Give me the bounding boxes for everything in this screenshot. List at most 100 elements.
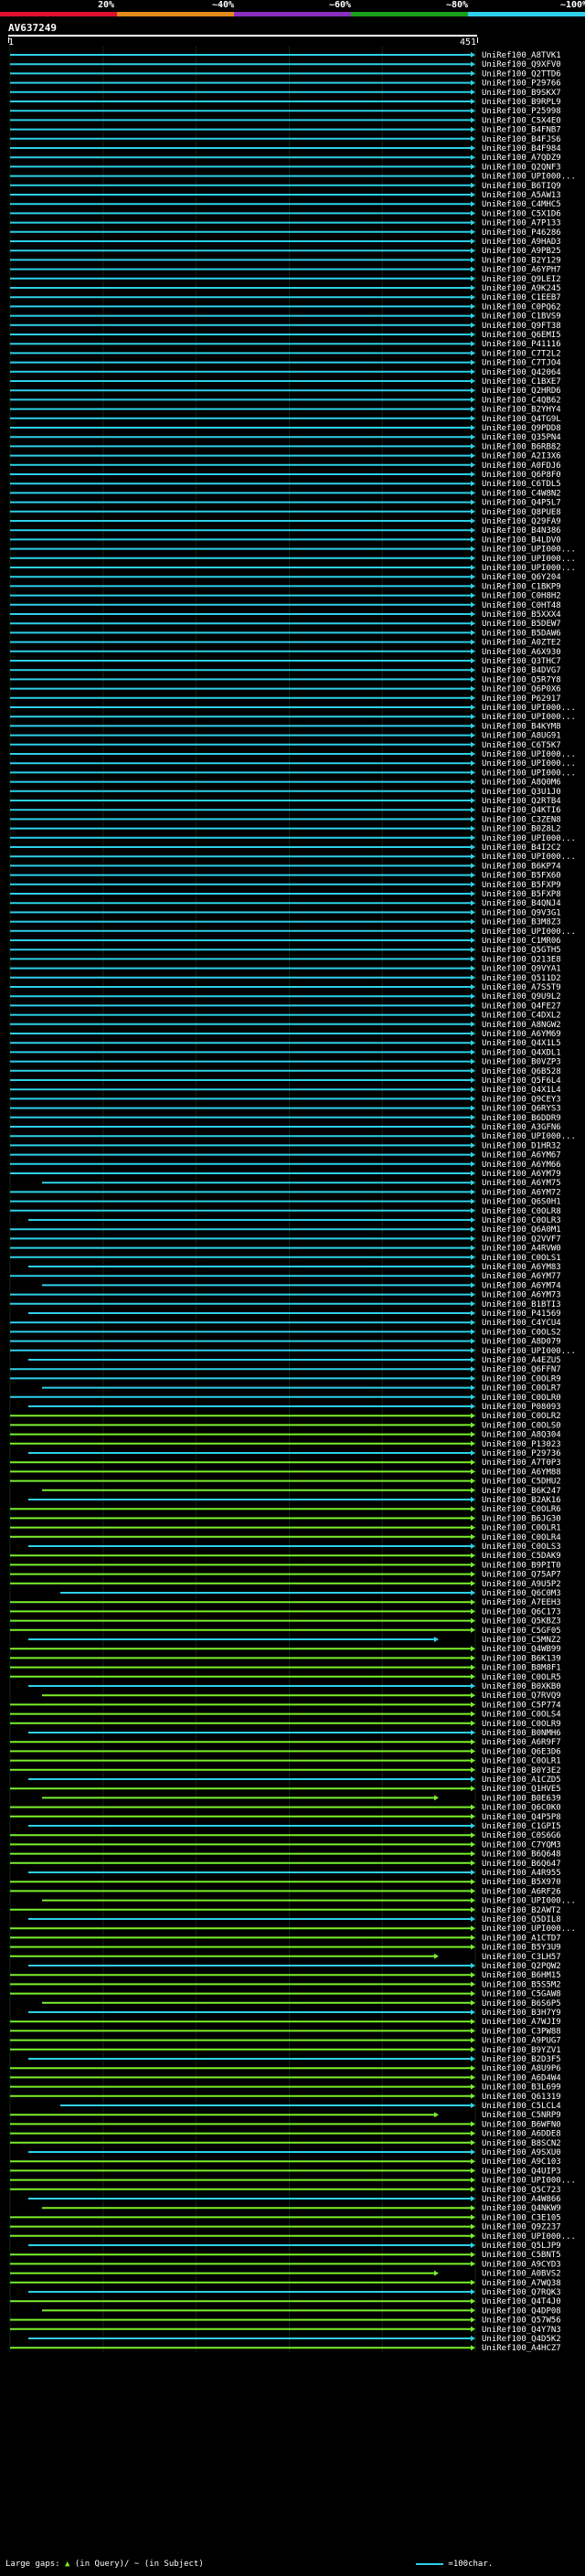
hit-label[interactable]: UniRef100_C0OLR8 (482, 1207, 561, 1216)
hit-label[interactable]: UniRef100_B0VZP3 (482, 1058, 561, 1067)
hit-label[interactable]: UniRef100_A8TVK1 (482, 51, 561, 60)
hit-label[interactable]: UniRef100_A7WQ38 (482, 2279, 561, 2288)
hit-label[interactable]: UniRef100_A4R955 (482, 1869, 561, 1878)
hit-label[interactable]: UniRef100_UPI000... (482, 834, 576, 843)
hit-label[interactable]: UniRef100_B5FX60 (482, 872, 561, 881)
hit-label[interactable]: UniRef100_UPI000... (482, 1924, 576, 1934)
hit-label[interactable]: UniRef100_C0OLS0 (482, 1421, 561, 1430)
hit-label[interactable]: UniRef100_A6YM74 (482, 1281, 561, 1290)
hit-label[interactable]: UniRef100_Q6EMI5 (482, 331, 561, 340)
hit-label[interactable]: UniRef100_A4HCZ7 (482, 2344, 561, 2353)
hit-label[interactable]: UniRef100_B6K139 (482, 1654, 561, 1663)
hit-label[interactable]: UniRef100_A6YM67 (482, 1151, 561, 1161)
hit-label[interactable]: UniRef100_B0Z8L2 (482, 825, 561, 834)
hit-label[interactable]: UniRef100_B4LDV0 (482, 535, 561, 545)
hit-label[interactable]: UniRef100_Q6C0M3 (482, 1589, 561, 1598)
hit-label[interactable]: UniRef100_UPI000... (482, 769, 576, 778)
hit-label[interactable]: UniRef100_P29736 (482, 1449, 561, 1458)
hit-label[interactable]: UniRef100_C7YQM3 (482, 1840, 561, 1850)
hit-label[interactable]: UniRef100_C0OLR7 (482, 1384, 561, 1394)
hit-label[interactable]: UniRef100_Q3THC7 (482, 657, 561, 666)
hit-label[interactable]: UniRef100_A8Q304 (482, 1431, 561, 1440)
hit-label[interactable]: UniRef100_C5DHU2 (482, 1478, 561, 1487)
hit-label[interactable]: UniRef100_C0OLR5 (482, 1673, 561, 1682)
hit-label[interactable]: UniRef100_A9PUG7 (482, 2037, 561, 2046)
hit-label[interactable]: UniRef100_Q6S0H1 (482, 1198, 561, 1207)
hit-label[interactable]: UniRef100_P25998 (482, 107, 561, 116)
hit-label[interactable]: UniRef100_Q1HVE5 (482, 1785, 561, 1794)
hit-label[interactable]: UniRef100_Q5KBZ3 (482, 1617, 561, 1627)
hit-label[interactable]: UniRef100_Q4NKW9 (482, 2204, 561, 2213)
hit-label[interactable]: UniRef100_B4QNJ4 (482, 899, 561, 908)
hit-label[interactable]: UniRef100_Q9XFV0 (482, 60, 561, 69)
hit-label[interactable]: UniRef100_A6YM79 (482, 1170, 561, 1179)
hit-label[interactable]: UniRef100_A1CTD7 (482, 1934, 561, 1943)
hit-label[interactable]: UniRef100_A9U5P2 (482, 1580, 561, 1589)
hit-label[interactable]: UniRef100_C4W8N2 (482, 489, 561, 498)
hit-label[interactable]: UniRef100_B5DEW7 (482, 620, 561, 629)
hit-label[interactable]: UniRef100_Q6E3D6 (482, 1747, 561, 1756)
hit-label[interactable]: UniRef100_A4W866 (482, 2195, 561, 2204)
hit-label[interactable]: UniRef100_B2AWT2 (482, 1906, 561, 1915)
hit-label[interactable]: UniRef100_Q6RYS3 (482, 1105, 561, 1114)
hit-label[interactable]: UniRef100_C3PW88 (482, 2027, 561, 2036)
hit-label[interactable]: UniRef100_Q9LEI2 (482, 275, 561, 284)
hit-label[interactable]: UniRef100_Q213E8 (482, 955, 561, 964)
hit-label[interactable]: UniRef100_C1MR06 (482, 937, 561, 946)
hit-label[interactable]: UniRef100_Q6C173 (482, 1607, 561, 1617)
hit-label[interactable]: UniRef100_A9CYD3 (482, 2260, 561, 2269)
hit-label[interactable]: UniRef100_A0FDJ6 (482, 461, 561, 471)
hit-label[interactable]: UniRef100_A6YM88 (482, 1468, 561, 1477)
hit-label[interactable]: UniRef100_C1BXE7 (482, 377, 561, 387)
hit-label[interactable]: UniRef100_C5GF05 (482, 1627, 561, 1636)
hit-label[interactable]: UniRef100_B4DVG7 (482, 666, 561, 675)
hit-label[interactable]: UniRef100_Q57W56 (482, 2316, 561, 2326)
hit-label[interactable]: UniRef100_P13023 (482, 1440, 561, 1449)
hit-label[interactable]: UniRef100_A4RVW0 (482, 1245, 561, 1254)
hit-label[interactable]: UniRef100_A8NGW2 (482, 1021, 561, 1030)
hit-label[interactable]: UniRef100_C0OLS4 (482, 1711, 561, 1720)
hit-label[interactable]: UniRef100_B5S5M2 (482, 1980, 561, 1989)
hit-label[interactable]: UniRef100_C5MNZ2 (482, 1636, 561, 1645)
hit-label[interactable]: UniRef100_B5DAW6 (482, 629, 561, 638)
hit-label[interactable]: UniRef100_Q4DP08 (482, 2306, 561, 2316)
hit-label[interactable]: UniRef100_Q2PQW2 (482, 1962, 561, 1971)
hit-label[interactable]: UniRef100_B4I2C2 (482, 843, 561, 853)
hit-label[interactable]: UniRef100_A7S5T9 (482, 983, 561, 992)
hit-label[interactable]: UniRef100_UPI000... (482, 173, 576, 182)
hit-label[interactable]: UniRef100_A7WJI9 (482, 2018, 561, 2027)
hit-label[interactable]: UniRef100_B6KP74 (482, 862, 561, 871)
hit-label[interactable]: UniRef100_Q9VYA1 (482, 965, 561, 974)
hit-label[interactable]: UniRef100_B6DDR9 (482, 1114, 561, 1123)
hit-label[interactable]: UniRef100_Q4WB99 (482, 1645, 561, 1654)
hit-label[interactable]: UniRef100_Q5R7Y8 (482, 675, 561, 684)
hit-label[interactable]: UniRef100_B3L699 (482, 2083, 561, 2093)
hit-label[interactable]: UniRef100_A6RF26 (482, 1887, 561, 1896)
hit-label[interactable]: UniRef100_B5FXP8 (482, 890, 561, 899)
hit-label[interactable]: UniRef100_C1GPI5 (482, 1822, 561, 1831)
hit-label[interactable]: UniRef100_A8UG91 (482, 732, 561, 741)
hit-label[interactable]: UniRef100_A9K245 (482, 284, 561, 293)
hit-label[interactable]: UniRef100_UPI000... (482, 564, 576, 573)
hit-label[interactable]: UniRef100_C0S6G6 (482, 1831, 561, 1840)
hit-label[interactable]: UniRef100_B8M8F1 (482, 1664, 561, 1673)
hit-label[interactable]: UniRef100_B5Y3U9 (482, 1944, 561, 1953)
hit-label[interactable]: UniRef100_UPI000... (482, 555, 576, 564)
hit-label[interactable]: UniRef100_Q6A0M1 (482, 1225, 561, 1235)
hit-label[interactable]: UniRef100_A3GFN6 (482, 1123, 561, 1132)
hit-label[interactable]: UniRef100_P41116 (482, 340, 561, 349)
hit-label[interactable]: UniRef100_UPI000... (482, 2232, 576, 2242)
hit-label[interactable]: UniRef100_B0NMH6 (482, 1729, 561, 1738)
hit-label[interactable]: UniRef100_Q29FA9 (482, 517, 561, 526)
hit-label[interactable]: UniRef100_C1BKP9 (482, 582, 561, 591)
hit-label[interactable]: UniRef100_C1EEB7 (482, 293, 561, 302)
hit-label[interactable]: UniRef100_C0OLS2 (482, 1328, 561, 1337)
hit-label[interactable]: UniRef100_P62917 (482, 694, 561, 704)
hit-label[interactable]: UniRef100_C0OLR2 (482, 1412, 561, 1421)
hit-label[interactable]: UniRef100_Q4D5K2 (482, 2335, 561, 2344)
hit-label[interactable]: UniRef100_C0OLR9 (482, 1720, 561, 1729)
hit-label[interactable]: UniRef100_A6YM66 (482, 1161, 561, 1170)
hit-label[interactable]: UniRef100_C4DXL2 (482, 1012, 561, 1021)
hit-label[interactable]: UniRef100_Q9FT38 (482, 322, 561, 331)
hit-label[interactable]: UniRef100_B0Y3E2 (482, 1766, 561, 1776)
